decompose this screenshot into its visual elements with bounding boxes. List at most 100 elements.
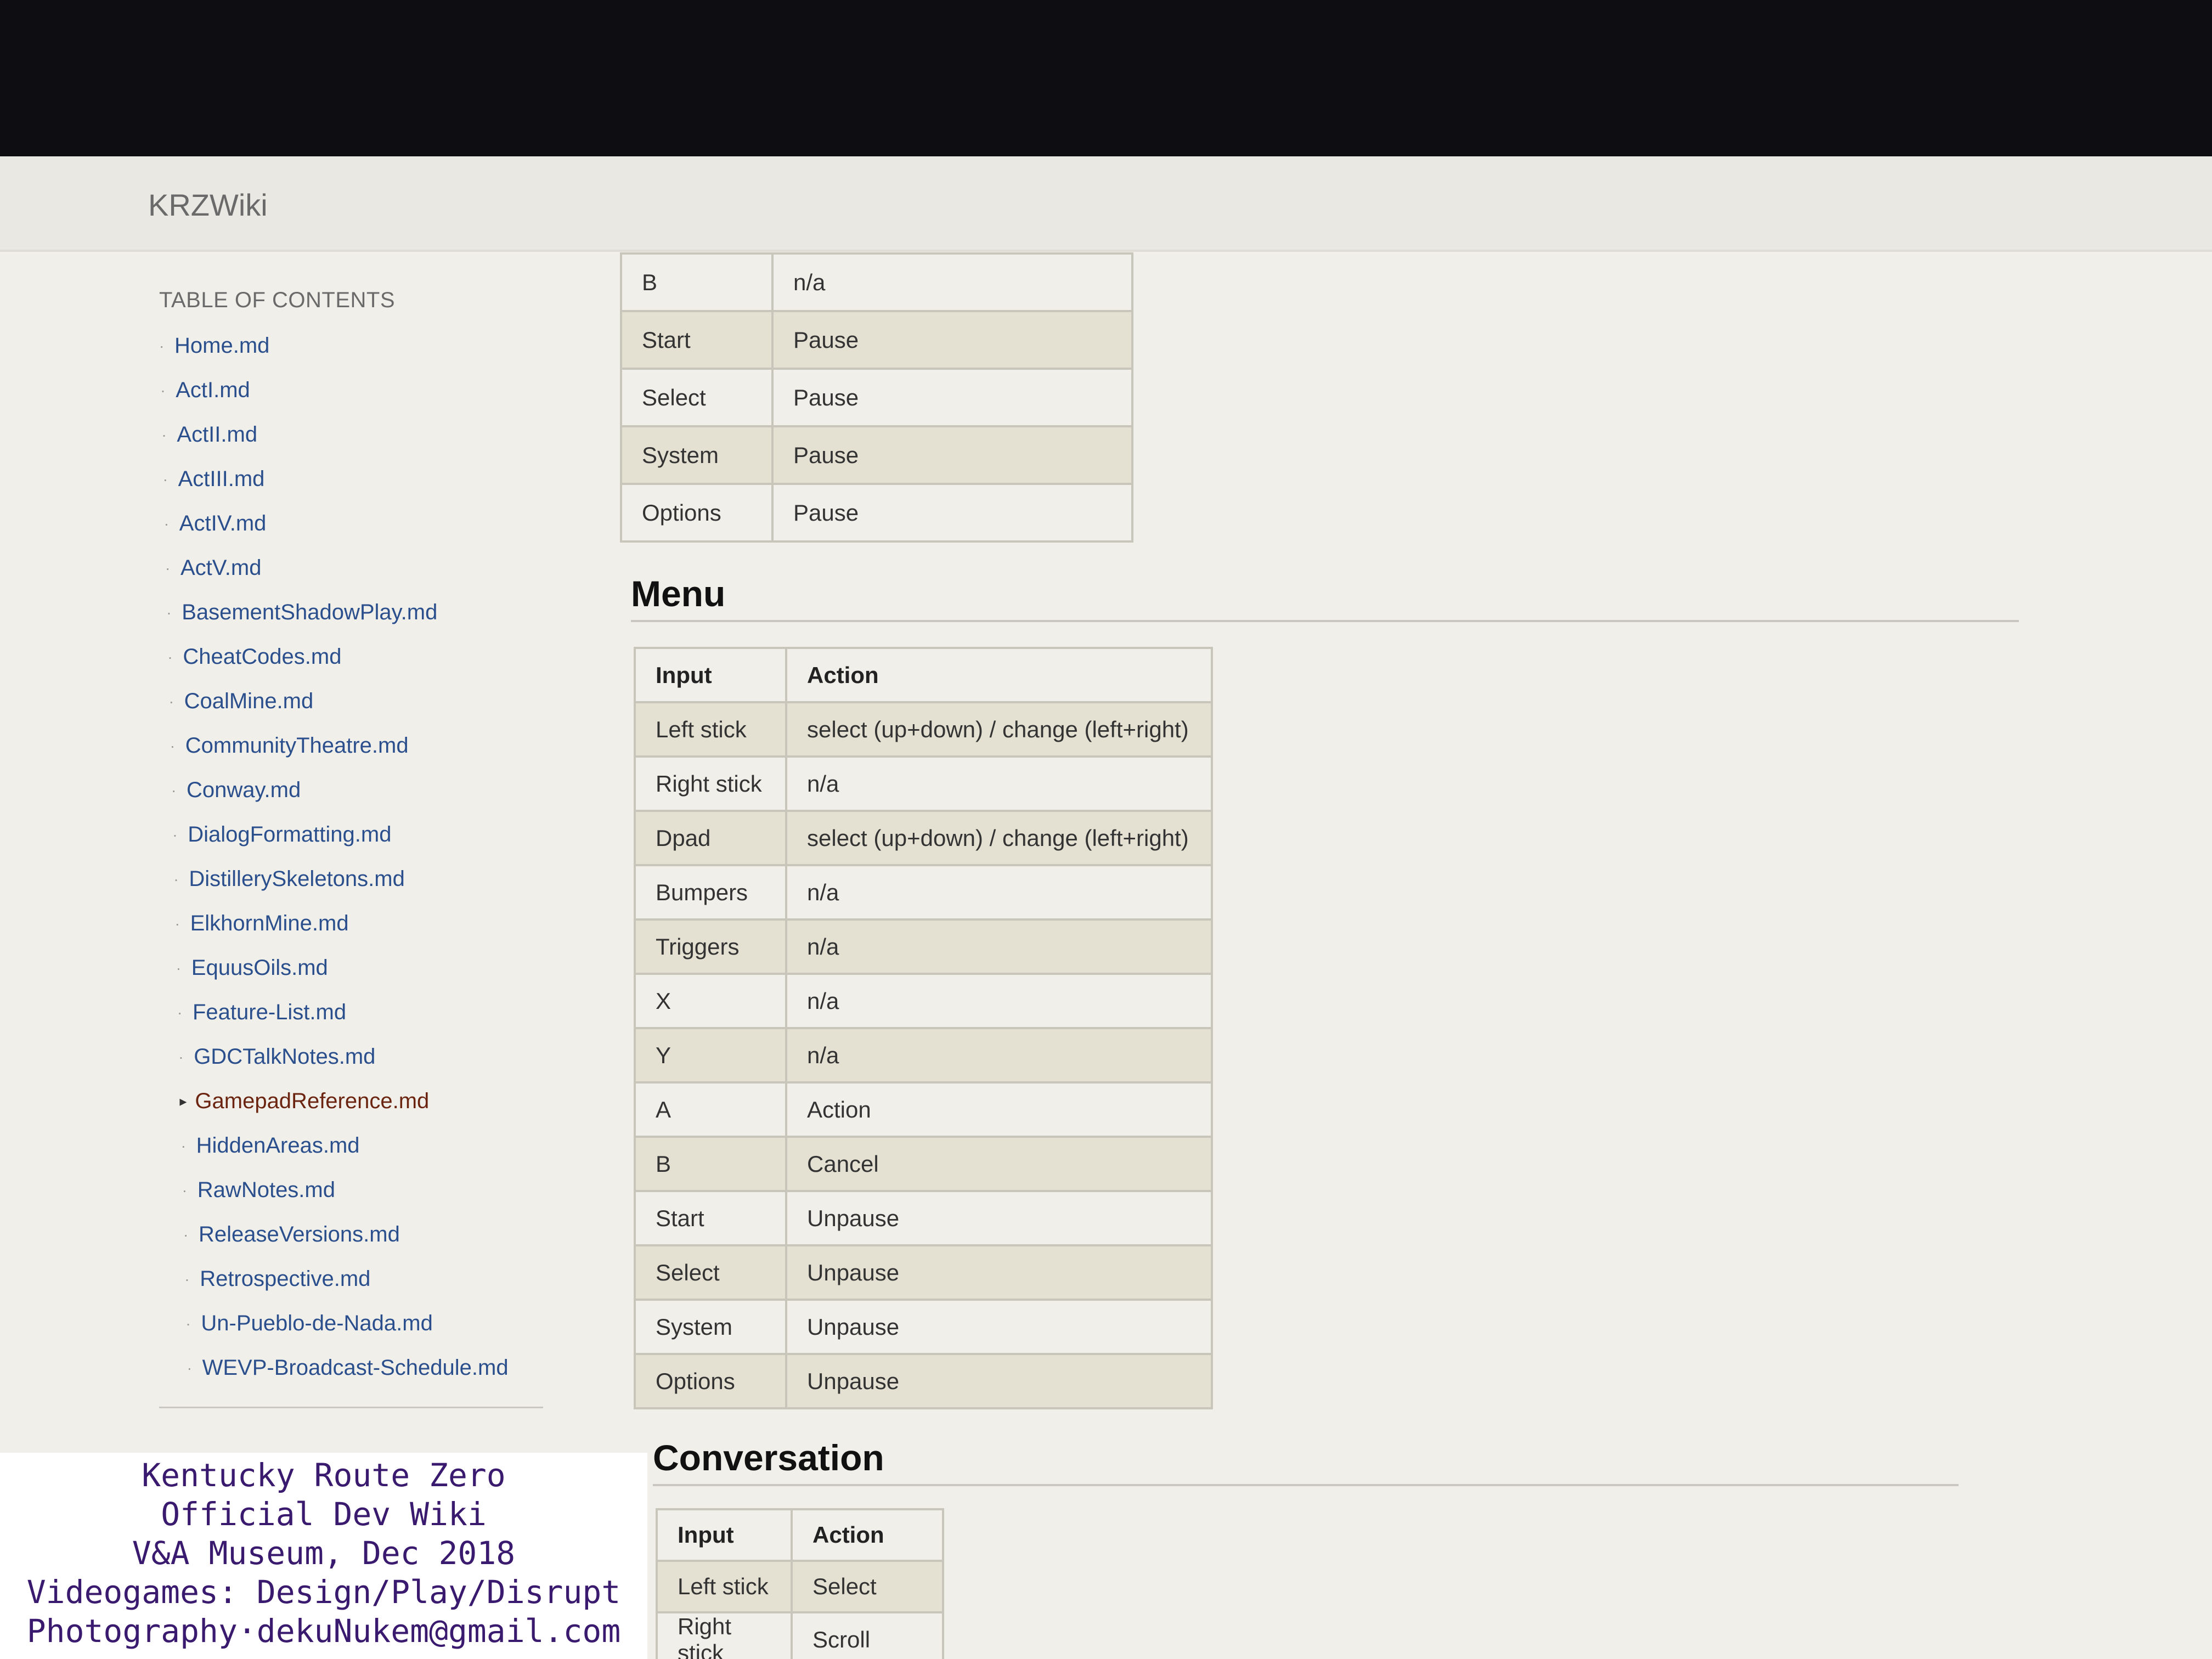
action-cell: n/a [771,252,1133,312]
table-row: Triggers n/a [634,918,1213,975]
bullet-icon: · [185,1314,191,1332]
toc-link[interactable]: CommunityTheatre.md [185,733,409,758]
input-cell: Dpad [634,810,787,866]
menu-heading: Menu [631,573,2019,622]
toc-link[interactable]: WEVP-Broadcast-Schedule.md [202,1356,509,1380]
toc-item[interactable]: · HiddenAreas.md [159,1124,598,1168]
action-cell: Pause [771,483,1133,543]
bullet-icon: · [168,692,174,710]
toc-item[interactable]: · RawNotes.md [159,1168,598,1212]
toc-link[interactable]: Un-Pueblo-de-Nada.md [201,1311,432,1336]
toc-divider [159,1407,543,1408]
toc-link[interactable]: ActIV.md [179,511,267,536]
action-cell: Scroll [791,1611,944,1659]
toc-item[interactable]: · DialogFormatting.md [159,812,598,857]
action-cell: select (up+down) / change (left+right) [785,810,1213,866]
toc-list: · Home.md · ActI.md · ActII.md · ActIII.md · ActI… [159,324,598,1390]
action-cell: Unpause [785,1299,1213,1355]
caption-line: Photography·dekuNukem@gmail.com [26,1612,621,1650]
column-header: Input [634,647,787,703]
bullet-icon: · [161,426,167,443]
toc-item[interactable]: · ElkhornMine.md [159,901,598,946]
toc-link[interactable]: Feature-List.md [193,1000,346,1025]
input-cell: Start [634,1190,787,1246]
bullet-icon: · [167,648,173,665]
toc-item[interactable]: ▸ GamepadReference.md [159,1079,598,1124]
table-row: Start Pause [620,310,1133,370]
toc-item[interactable]: · EquusOils.md [159,946,598,990]
bullet-icon: · [160,381,166,399]
input-cell: Start [620,310,774,370]
bullet-icon: · [159,337,165,354]
menu-controls-table: Input Action Left stick select (up+down) / … [634,647,1213,1409]
toc-link[interactable]: ElkhornMine.md [190,911,349,936]
toc-link[interactable]: RawNotes.md [198,1178,335,1203]
action-cell: Pause [771,425,1133,485]
action-cell: n/a [785,864,1213,921]
table-row: Yn/a [634,1027,1213,1084]
table-row: Select Unpause [634,1244,1213,1301]
toc-item[interactable]: · WEVP-Broadcast-Schedule.md [159,1346,598,1390]
toc-item[interactable]: · DistillerySkeletons.md [159,857,598,901]
table-header-row: Input Action [634,647,1213,703]
toc-item[interactable]: · Un-Pueblo-de-Nada.md [159,1301,598,1346]
action-cell: select (up+down) / change (left+right) [785,701,1213,758]
bullet-icon: · [165,559,171,577]
column-header: Action [785,647,1213,703]
toc-link[interactable]: CheatCodes.md [183,645,341,669]
table-row: Right stick Scroll [656,1611,944,1659]
toc-item[interactable]: · Retrospective.md [159,1257,598,1301]
toc-link[interactable]: ActV.md [180,556,261,580]
bullet-icon: · [173,870,179,888]
toc-item[interactable]: · ReleaseVersions.md [159,1212,598,1257]
action-cell: n/a [785,918,1213,975]
toc-link[interactable]: Home.md [174,334,269,358]
action-cell: Cancel [785,1136,1213,1192]
toc-link[interactable]: Conway.md [187,778,301,803]
input-cell: X [634,973,787,1029]
main-content: Bn/a Start Pause Select Pause System Pause Opti… [620,252,2019,1659]
toc-link[interactable]: EquusOils.md [191,956,328,980]
toc-item[interactable]: · ActIII.md [159,457,598,501]
action-cell: n/a [785,755,1213,812]
action-cell: Unpause [785,1244,1213,1301]
top-navbar: KRZWiki [0,156,2212,252]
toc-item[interactable]: · CheatCodes.md [159,635,598,679]
toc-link[interactable]: DistillerySkeletons.md [189,867,404,891]
toc-item[interactable]: · CoalMine.md [159,679,598,724]
action-cell: Action [785,1081,1213,1138]
toc-item[interactable]: · GDCTalkNotes.md [159,1035,598,1079]
action-cell: Select [791,1560,944,1613]
toc-link[interactable]: ReleaseVersions.md [199,1222,400,1247]
toc-link[interactable]: Retrospective.md [200,1267,370,1291]
site-brand[interactable]: KRZWiki [148,187,268,223]
table-row: Left stick select (up+down) / change (lef… [634,701,1213,758]
toc-item[interactable]: · ActV.md [159,546,598,590]
bullet-icon: · [162,470,168,488]
browser-screen: KRZWiki TABLE OF CONTENTS · Home.md · ActI.… [0,156,2212,1659]
input-cell: A [634,1081,787,1138]
toc-item[interactable]: · CommunityTheatre.md [159,724,598,768]
toc-link[interactable]: ActI.md [176,378,250,403]
toc-link[interactable]: BasementShadowPlay.md [182,600,437,625]
toc-item[interactable]: · ActII.md [159,413,598,457]
caption-line: Official Dev Wiki [161,1496,487,1533]
gamepad-table-previous: Bn/a Start Pause Select Pause System Pause Opti… [620,252,1133,543]
toc-item[interactable]: · Home.md [159,324,598,368]
input-cell: B [620,252,774,312]
toc-link[interactable]: ActIII.md [178,467,265,492]
toc-link[interactable]: ActII.md [177,422,257,447]
toc-link[interactable]: DialogFormatting.md [188,822,391,847]
caption-line: Kentucky Route Zero [142,1457,506,1494]
toc-item[interactable]: · Feature-List.md [159,990,598,1035]
input-cell: B [634,1136,787,1192]
toc-link[interactable]: GDCTalkNotes.md [194,1045,375,1069]
toc-link[interactable]: GamepadReference.md [195,1089,429,1114]
toc-link[interactable]: CoalMine.md [184,689,314,714]
toc-item[interactable]: · ActIV.md [159,501,598,546]
table-row: B Cancel [634,1136,1213,1192]
toc-item[interactable]: · BasementShadowPlay.md [159,590,598,635]
toc-link[interactable]: HiddenAreas.md [196,1133,360,1158]
toc-item[interactable]: · Conway.md [159,768,598,812]
toc-item[interactable]: · ActI.md [159,368,598,413]
